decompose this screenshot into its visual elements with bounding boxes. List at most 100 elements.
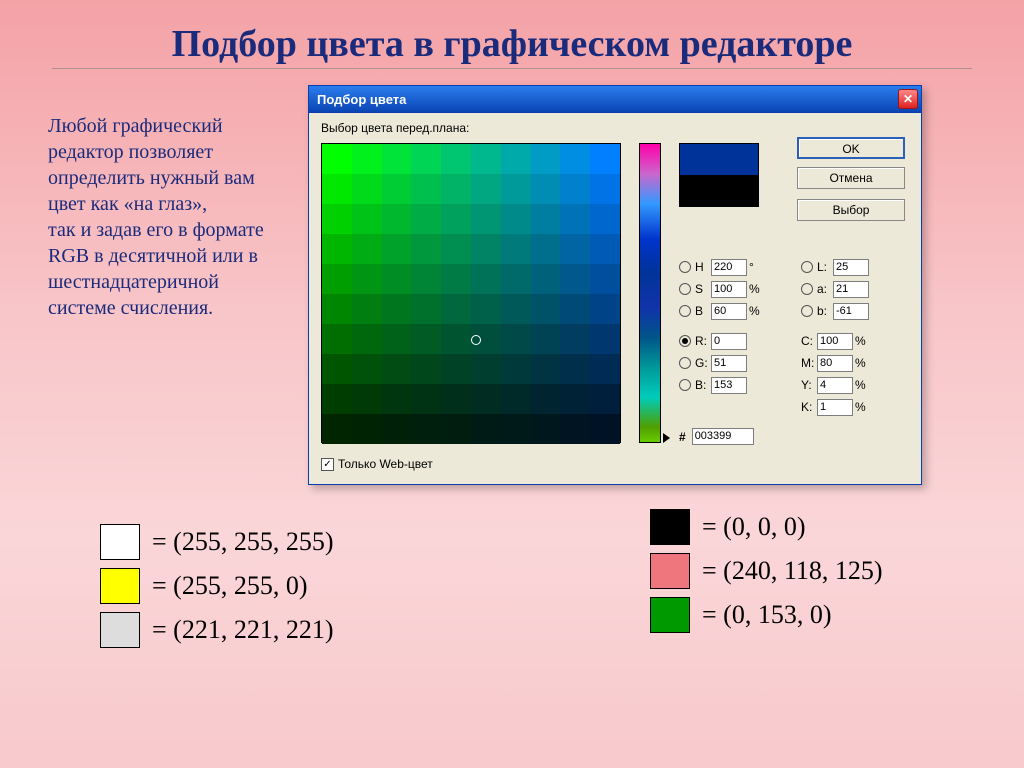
palette-cell[interactable] [322, 234, 352, 264]
palette-cell[interactable] [322, 204, 352, 234]
radio-r[interactable] [679, 335, 691, 347]
radio-bv[interactable] [679, 305, 691, 317]
radio-a[interactable] [801, 283, 813, 295]
palette-cell[interactable] [531, 174, 561, 204]
palette-cell[interactable] [501, 354, 531, 384]
palette-cell[interactable] [352, 324, 382, 354]
palette-cell[interactable] [501, 264, 531, 294]
palette-cell[interactable] [322, 324, 352, 354]
palette-cell[interactable] [382, 294, 412, 324]
input-bc[interactable]: 153 [711, 377, 747, 394]
input-s[interactable]: 100 [711, 281, 747, 298]
palette-cell[interactable] [531, 384, 561, 414]
palette-cell[interactable] [411, 384, 441, 414]
checkbox-web-only[interactable]: ✓ [321, 458, 334, 471]
cancel-button[interactable]: Отмена [797, 167, 905, 189]
palette-cell[interactable] [590, 234, 620, 264]
palette-cell[interactable] [441, 354, 471, 384]
input-g[interactable]: 51 [711, 355, 747, 372]
palette-cell[interactable] [322, 294, 352, 324]
palette-cell[interactable] [590, 174, 620, 204]
input-l[interactable]: 25 [833, 259, 869, 276]
palette-cell[interactable] [531, 264, 561, 294]
palette-cell[interactable] [411, 174, 441, 204]
palette-cell[interactable] [322, 264, 352, 294]
palette-cell[interactable] [590, 294, 620, 324]
palette-cell[interactable] [590, 384, 620, 414]
input-y[interactable]: 4 [817, 377, 853, 394]
palette-cell[interactable] [352, 144, 382, 174]
palette-cell[interactable] [382, 354, 412, 384]
palette-cell[interactable] [411, 294, 441, 324]
radio-l[interactable] [801, 261, 813, 273]
palette-cell[interactable] [501, 144, 531, 174]
palette-cell[interactable] [531, 144, 561, 174]
palette-cell[interactable] [471, 414, 501, 444]
palette-cell[interactable] [531, 414, 561, 444]
color-palette[interactable] [321, 143, 621, 443]
radio-b[interactable] [801, 305, 813, 317]
palette-cell[interactable] [352, 174, 382, 204]
input-m[interactable]: 80 [817, 355, 853, 372]
palette-cell[interactable] [501, 414, 531, 444]
palette-cell[interactable] [441, 384, 471, 414]
palette-cell[interactable] [382, 324, 412, 354]
palette-cell[interactable] [441, 234, 471, 264]
palette-cell[interactable] [560, 294, 590, 324]
palette-cell[interactable] [441, 204, 471, 234]
palette-cell[interactable] [531, 204, 561, 234]
palette-cell[interactable] [531, 234, 561, 264]
choose-button[interactable]: Выбор [797, 199, 905, 221]
input-bv[interactable]: 60 [711, 303, 747, 320]
palette-cell[interactable] [382, 384, 412, 414]
palette-cell[interactable] [441, 324, 471, 354]
palette-cell[interactable] [441, 174, 471, 204]
palette-cell[interactable] [382, 174, 412, 204]
palette-cell[interactable] [411, 354, 441, 384]
palette-cell[interactable] [411, 144, 441, 174]
palette-cell[interactable] [560, 174, 590, 204]
palette-cell[interactable] [531, 324, 561, 354]
palette-cell[interactable] [352, 264, 382, 294]
palette-cell[interactable] [501, 234, 531, 264]
palette-cell[interactable] [590, 144, 620, 174]
palette-cell[interactable] [560, 234, 590, 264]
palette-cell[interactable] [471, 384, 501, 414]
palette-cell[interactable] [590, 204, 620, 234]
input-a[interactable]: 21 [833, 281, 869, 298]
input-c[interactable]: 100 [817, 333, 853, 350]
palette-cell[interactable] [382, 414, 412, 444]
hue-slider[interactable] [639, 143, 661, 443]
palette-cell[interactable] [322, 144, 352, 174]
palette-cell[interactable] [382, 234, 412, 264]
palette-cell[interactable] [560, 204, 590, 234]
palette-cell[interactable] [322, 354, 352, 384]
palette-cell[interactable] [411, 204, 441, 234]
palette-cell[interactable] [590, 414, 620, 444]
palette-cell[interactable] [352, 354, 382, 384]
palette-cell[interactable] [441, 264, 471, 294]
palette-cell[interactable] [471, 294, 501, 324]
input-hex[interactable]: 003399 [692, 428, 754, 445]
palette-cell[interactable] [471, 204, 501, 234]
palette-cell[interactable] [352, 234, 382, 264]
palette-cell[interactable] [560, 324, 590, 354]
palette-cell[interactable] [590, 264, 620, 294]
palette-cell[interactable] [501, 174, 531, 204]
palette-cell[interactable] [441, 414, 471, 444]
palette-cell[interactable] [441, 144, 471, 174]
palette-cell[interactable] [531, 354, 561, 384]
input-h[interactable]: 220 [711, 259, 747, 276]
palette-cell[interactable] [471, 324, 501, 354]
input-k[interactable]: 1 [817, 399, 853, 416]
palette-cell[interactable] [382, 204, 412, 234]
palette-cell[interactable] [382, 264, 412, 294]
palette-cell[interactable] [560, 144, 590, 174]
radio-h[interactable] [679, 261, 691, 273]
palette-cell[interactable] [501, 384, 531, 414]
palette-cell[interactable] [322, 384, 352, 414]
palette-cell[interactable] [471, 234, 501, 264]
palette-cell[interactable] [471, 144, 501, 174]
ok-button[interactable]: OK [797, 137, 905, 159]
palette-cell[interactable] [352, 384, 382, 414]
